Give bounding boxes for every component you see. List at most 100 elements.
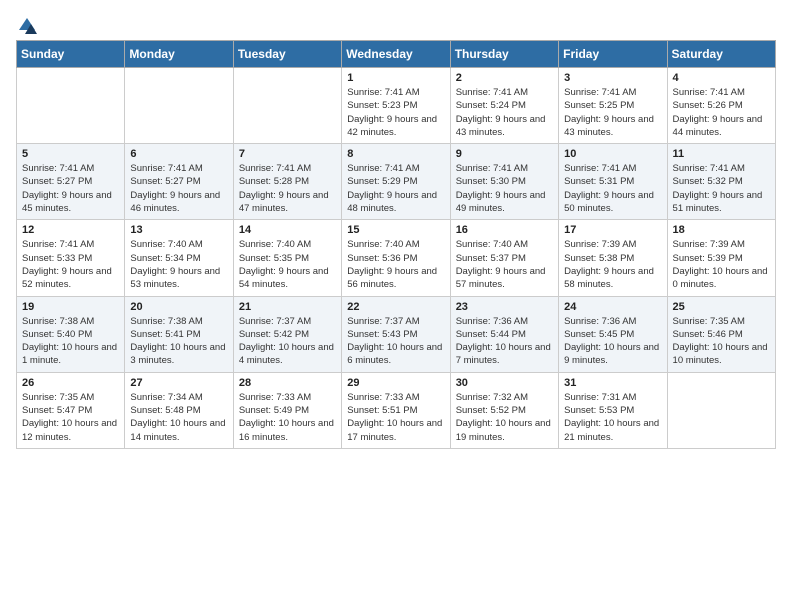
day-info: Sunrise: 7:38 AM Sunset: 5:40 PM Dayligh…: [22, 315, 119, 368]
calendar-cell: [125, 68, 233, 144]
day-number: 1: [347, 72, 444, 84]
logo-icon: [17, 16, 37, 34]
day-number: 30: [456, 377, 553, 389]
calendar-cell: 18Sunrise: 7:39 AM Sunset: 5:39 PM Dayli…: [667, 220, 775, 296]
day-number: 7: [239, 148, 336, 160]
calendar-cell: 2 Sunrise: 7:41 AM Sunset: 5:24 PM Daylig…: [450, 68, 558, 144]
day-info: Sunrise: 7:33 AM Sunset: 5:49 PM Dayligh…: [239, 391, 336, 444]
day-number: 6: [130, 148, 227, 160]
day-info: Sunrise: 7:41 AM Sunset: 5:33 PM Dayligh…: [22, 238, 119, 291]
calendar-cell: 5 Sunrise: 7:41 AM Sunset: 5:27 PM Daylig…: [17, 144, 125, 220]
calendar-cell: [667, 372, 775, 448]
calendar-cell: 28 Sunrise: 7:33 AM Sunset: 5:49 PM Dayli…: [233, 372, 341, 448]
calendar-cell: 4 Sunrise: 7:41 AM Sunset: 5:26 PM Daylig…: [667, 68, 775, 144]
day-info: Sunrise: 7:40 AM Sunset: 5:37 PM Dayligh…: [456, 238, 553, 291]
weekday-header-monday: Monday: [125, 41, 233, 68]
calendar-cell: 17 Sunrise: 7:39 AM Sunset: 5:38 PM Dayli…: [559, 220, 667, 296]
calendar-cell: 1 Sunrise: 7:41 AM Sunset: 5:23 PM Daylig…: [342, 68, 450, 144]
day-number: 21: [239, 301, 336, 313]
page-header: [16, 16, 776, 30]
day-number: 3: [564, 72, 661, 84]
calendar-cell: 8 Sunrise: 7:41 AM Sunset: 5:29 PM Daylig…: [342, 144, 450, 220]
day-number: 14: [239, 224, 336, 236]
day-info: Sunrise: 7:41 AM Sunset: 5:23 PM Dayligh…: [347, 86, 444, 139]
day-info: Sunrise: 7:41 AM Sunset: 5:29 PM Dayligh…: [347, 162, 444, 215]
day-info: Sunrise: 7:41 AM Sunset: 5:28 PM Dayligh…: [239, 162, 336, 215]
day-info: Sunrise: 7:37 AM Sunset: 5:43 PM Dayligh…: [347, 315, 444, 368]
calendar-cell: 29 Sunrise: 7:33 AM Sunset: 5:51 PM Dayli…: [342, 372, 450, 448]
day-info: Sunrise: 7:40 AM Sunset: 5:36 PM Dayligh…: [347, 238, 444, 291]
calendar-cell: 3Sunrise: 7:41 AM Sunset: 5:25 PM Daylig…: [559, 68, 667, 144]
calendar-week-row: 5 Sunrise: 7:41 AM Sunset: 5:27 PM Daylig…: [17, 144, 776, 220]
calendar-week-row: 1 Sunrise: 7:41 AM Sunset: 5:23 PM Daylig…: [17, 68, 776, 144]
day-info: Sunrise: 7:33 AM Sunset: 5:51 PM Dayligh…: [347, 391, 444, 444]
day-info: Sunrise: 7:40 AM Sunset: 5:34 PM Dayligh…: [130, 238, 227, 291]
day-number: 15: [347, 224, 444, 236]
weekday-header-thursday: Thursday: [450, 41, 558, 68]
day-number: 2: [456, 72, 553, 84]
calendar-week-row: 19 Sunrise: 7:38 AM Sunset: 5:40 PM Dayli…: [17, 296, 776, 372]
calendar-cell: 31 Sunrise: 7:31 AM Sunset: 5:53 PM Dayli…: [559, 372, 667, 448]
day-number: 11: [673, 148, 770, 160]
day-number: 27: [130, 377, 227, 389]
day-info: Sunrise: 7:36 AM Sunset: 5:44 PM Dayligh…: [456, 315, 553, 368]
calendar-cell: 22 Sunrise: 7:37 AM Sunset: 5:43 PM Dayli…: [342, 296, 450, 372]
calendar-cell: 13 Sunrise: 7:40 AM Sunset: 5:34 PM Dayli…: [125, 220, 233, 296]
calendar-cell: 12 Sunrise: 7:41 AM Sunset: 5:33 PM Dayli…: [17, 220, 125, 296]
day-number: 12: [22, 224, 119, 236]
calendar-cell: 15 Sunrise: 7:40 AM Sunset: 5:36 PM Dayli…: [342, 220, 450, 296]
day-number: 13: [130, 224, 227, 236]
day-number: 23: [456, 301, 553, 313]
day-number: 26: [22, 377, 119, 389]
calendar-cell: [233, 68, 341, 144]
day-number: 16: [456, 224, 553, 236]
day-info: Sunrise: 7:41 AM Sunset: 5:27 PM Dayligh…: [22, 162, 119, 215]
weekday-header-wednesday: Wednesday: [342, 41, 450, 68]
calendar-table: SundayMondayTuesdayWednesdayThursdayFrid…: [16, 40, 776, 449]
day-info: Sunrise: 7:39 AM Sunset: 5:38 PM Dayligh…: [564, 238, 661, 291]
weekday-header-friday: Friday: [559, 41, 667, 68]
day-number: 4: [673, 72, 770, 84]
calendar-cell: 21 Sunrise: 7:37 AM Sunset: 5:42 PM Dayli…: [233, 296, 341, 372]
day-number: 17: [564, 224, 661, 236]
day-number: 20: [130, 301, 227, 313]
day-number: 10: [564, 148, 661, 160]
calendar-cell: 25Sunrise: 7:35 AM Sunset: 5:46 PM Dayli…: [667, 296, 775, 372]
day-number: 31: [564, 377, 661, 389]
day-info: Sunrise: 7:34 AM Sunset: 5:48 PM Dayligh…: [130, 391, 227, 444]
logo: [16, 16, 38, 30]
day-info: Sunrise: 7:41 AM Sunset: 5:27 PM Dayligh…: [130, 162, 227, 215]
calendar-cell: 14 Sunrise: 7:40 AM Sunset: 5:35 PM Dayli…: [233, 220, 341, 296]
day-info: Sunrise: 7:41 AM Sunset: 5:32 PM Dayligh…: [673, 162, 770, 215]
day-info: Sunrise: 7:40 AM Sunset: 5:35 PM Dayligh…: [239, 238, 336, 291]
calendar-cell: 26Sunrise: 7:35 AM Sunset: 5:47 PM Dayli…: [17, 372, 125, 448]
calendar-cell: 27 Sunrise: 7:34 AM Sunset: 5:48 PM Dayli…: [125, 372, 233, 448]
day-number: 22: [347, 301, 444, 313]
calendar-header-row: SundayMondayTuesdayWednesdayThursdayFrid…: [17, 41, 776, 68]
day-info: Sunrise: 7:38 AM Sunset: 5:41 PM Dayligh…: [130, 315, 227, 368]
calendar-cell: 7 Sunrise: 7:41 AM Sunset: 5:28 PM Daylig…: [233, 144, 341, 220]
day-info: Sunrise: 7:31 AM Sunset: 5:53 PM Dayligh…: [564, 391, 661, 444]
calendar-cell: 11 Sunrise: 7:41 AM Sunset: 5:32 PM Dayli…: [667, 144, 775, 220]
calendar-cell: [17, 68, 125, 144]
day-number: 28: [239, 377, 336, 389]
day-number: 19: [22, 301, 119, 313]
calendar-cell: 6 Sunrise: 7:41 AM Sunset: 5:27 PM Daylig…: [125, 144, 233, 220]
calendar-cell: 24Sunrise: 7:36 AM Sunset: 5:45 PM Dayli…: [559, 296, 667, 372]
day-info: Sunrise: 7:41 AM Sunset: 5:30 PM Dayligh…: [456, 162, 553, 215]
day-info: Sunrise: 7:37 AM Sunset: 5:42 PM Dayligh…: [239, 315, 336, 368]
calendar-week-row: 12 Sunrise: 7:41 AM Sunset: 5:33 PM Dayli…: [17, 220, 776, 296]
weekday-header-sunday: Sunday: [17, 41, 125, 68]
day-number: 24: [564, 301, 661, 313]
day-number: 29: [347, 377, 444, 389]
day-number: 9: [456, 148, 553, 160]
day-number: 8: [347, 148, 444, 160]
day-number: 25: [673, 301, 770, 313]
day-info: Sunrise: 7:41 AM Sunset: 5:24 PM Dayligh…: [456, 86, 553, 139]
day-number: 5: [22, 148, 119, 160]
calendar-week-row: 26Sunrise: 7:35 AM Sunset: 5:47 PM Dayli…: [17, 372, 776, 448]
calendar-cell: 20 Sunrise: 7:38 AM Sunset: 5:41 PM Dayli…: [125, 296, 233, 372]
calendar-cell: 16 Sunrise: 7:40 AM Sunset: 5:37 PM Dayli…: [450, 220, 558, 296]
day-info: Sunrise: 7:41 AM Sunset: 5:26 PM Dayligh…: [673, 86, 770, 139]
weekday-header-tuesday: Tuesday: [233, 41, 341, 68]
